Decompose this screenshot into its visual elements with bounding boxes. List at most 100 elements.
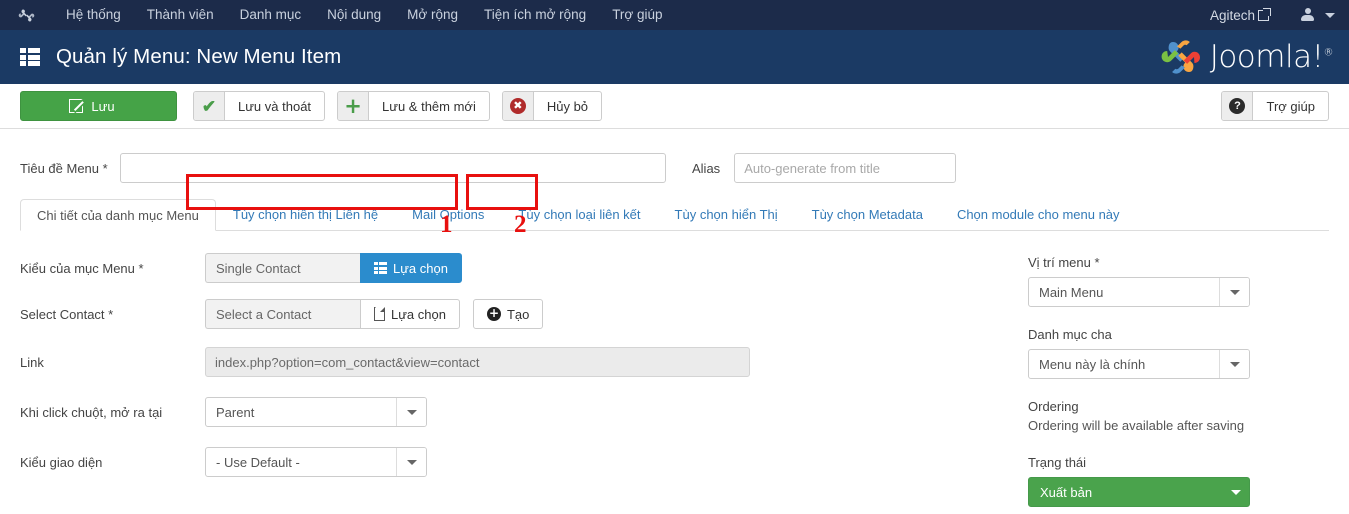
joomla-brand-label: Joomla! <box>1209 39 1324 75</box>
save-button-label: Lưu <box>91 98 115 114</box>
site-name-link[interactable]: Agitech <box>1209 7 1275 23</box>
target-window-select[interactable]: Parent <box>205 397 427 427</box>
select-contact-select-button[interactable]: Lựa chọn <box>360 299 460 329</box>
page-title: Quản lý Menu: New Menu Item <box>56 45 342 68</box>
select-contact-select-label: Lựa chọn <box>391 306 446 322</box>
template-style-value: - Use Default - <box>216 454 300 470</box>
menu-item-type-row: Kiểu của mục Menu * Single Contact Lựa c… <box>20 253 1020 283</box>
menu-location-label: Vị trí menu * <box>1028 255 1100 270</box>
joomla-brand: Joomla!® <box>1159 30 1333 84</box>
nav-item-content[interactable]: Nội dung <box>314 0 394 30</box>
link-row: Link <box>20 347 1020 377</box>
menu-item-type-label: Kiểu của mục Menu * <box>20 260 144 276</box>
sidebar-pane: Vị trí menu * Main Menu Danh mục cha Men… <box>1020 253 1320 514</box>
check-icon: ✔ <box>194 92 225 120</box>
site-name-text: Agitech <box>1209 7 1255 23</box>
toolbar-right: ? Trợ giúp <box>1221 91 1329 121</box>
chevron-down-icon[interactable] <box>1325 12 1335 18</box>
select-contact-label: Select Contact * <box>20 306 114 322</box>
alias-input[interactable] <box>734 153 957 183</box>
save-and-new-label: Lưu & thêm mới <box>382 98 476 114</box>
menu-item-type-group: Single Contact Lựa chọn <box>205 253 462 283</box>
menu-item-type-select-button[interactable]: Lựa chọn <box>360 253 462 283</box>
help-button[interactable]: ? Trợ giúp <box>1221 91 1329 121</box>
plus-circle-icon: + <box>486 306 501 321</box>
menu-title-label: Tiêu đề Menu * <box>20 160 108 176</box>
target-window-label: Khi click chuột, mở ra tại <box>20 404 163 420</box>
template-style-label: Kiểu giao diện <box>20 454 103 470</box>
nav-item-help[interactable]: Trợ giúp <box>599 0 675 30</box>
content-area: Tiêu đề Menu * Alias Chi tiết của danh m… <box>0 129 1349 514</box>
menu-location-select[interactable]: Main Menu <box>1028 277 1250 307</box>
select-contact-value: Select a Contact <box>205 299 360 329</box>
user-avatar-icon[interactable] <box>1301 8 1314 22</box>
menu-item-type-value: Single Contact <box>205 253 360 283</box>
nav-item-extensions[interactable]: Tiện ích mở rộng <box>471 0 599 30</box>
target-window-chevron-down-icon <box>396 398 426 426</box>
create-contact-button[interactable]: + Tạo <box>472 299 544 329</box>
form-panes: Kiểu của mục Menu * Single Contact Lựa c… <box>20 231 1329 514</box>
help-label: Trợ giúp <box>1266 98 1315 114</box>
plus-icon: + <box>338 92 370 120</box>
grid-select-icon <box>374 262 387 274</box>
tab-bar: Chi tiết của danh mục Menu Tùy chọn hiển… <box>20 199 1329 231</box>
tab-mail-options[interactable]: Mail Options <box>395 198 501 230</box>
parent-item-chevron-down-icon <box>1219 350 1249 378</box>
title-alias-row: Tiêu đề Menu * Alias <box>20 129 1329 195</box>
parent-item-select[interactable]: Menu này là chính <box>1028 349 1250 379</box>
template-style-row: Kiểu giao diện - Use Default - <box>20 447 1020 477</box>
link-label: Link <box>20 354 44 370</box>
select-contact-row: Select Contact * Select a Contact Lựa ch… <box>20 299 1020 329</box>
save-pencil-icon <box>69 99 84 113</box>
save-and-close-label: Lưu và thoát <box>238 98 312 114</box>
joomla-logo-icon[interactable] <box>18 7 35 24</box>
top-nav-items: Hệ thống Thành viên Danh mục Nội dung Mở… <box>53 0 676 30</box>
parent-item-label: Danh mục cha <box>1028 327 1112 342</box>
link-input[interactable] <box>205 347 750 377</box>
page-header-bar: Quản lý Menu: New Menu Item Joomla!® <box>0 30 1349 84</box>
cancel-label: Hủy bỏ <box>546 98 589 114</box>
question-circle-icon: ? <box>1222 92 1254 120</box>
alias-label: Alias <box>692 160 721 176</box>
nav-item-system[interactable]: Hệ thống <box>53 0 134 30</box>
status-value: Xuất bản <box>1040 484 1093 500</box>
top-right-area: Agitech <box>1209 7 1335 23</box>
external-link-icon <box>1258 7 1271 21</box>
cancel-circle-icon: ✖ <box>502 92 534 120</box>
status-group: Trạng thái Xuất bản <box>1028 455 1320 507</box>
tab-contact-display-options[interactable]: Tùy chọn hiển thị Liên hệ <box>216 198 395 230</box>
save-and-close-button[interactable]: ✔ Lưu và thoát <box>193 91 326 121</box>
menu-location-group: Vị trí menu * Main Menu <box>1028 255 1320 307</box>
template-style-select[interactable]: - Use Default - <box>205 447 427 477</box>
nav-item-menus[interactable]: Danh mục <box>227 0 315 30</box>
select-contact-group: Select a Contact Lựa chọn <box>205 299 460 329</box>
tab-page-display-options[interactable]: Tùy chọn hiển Thị <box>658 198 795 230</box>
registered-mark: ® <box>1323 47 1334 59</box>
tab-link-type-options[interactable]: Tùy chọn loại liên kết <box>501 198 657 230</box>
save-and-new-button[interactable]: + Lưu & thêm mới <box>337 91 490 121</box>
create-contact-label: Tạo <box>506 306 530 322</box>
cancel-button[interactable]: ✖ Hủy bỏ <box>501 91 603 121</box>
nav-item-components[interactable]: Mở rộng <box>394 0 471 30</box>
status-chevron-down-icon <box>1223 489 1249 495</box>
joomla-brand-logo-icon <box>1159 37 1203 77</box>
save-button[interactable]: Lưu <box>20 91 177 121</box>
nav-item-users[interactable]: Thành viên <box>134 0 227 30</box>
tab-module-assignment[interactable]: Chọn module cho menu này <box>940 198 1137 230</box>
menu-grid-icon <box>20 48 40 66</box>
tab-metadata-options[interactable]: Tùy chọn Metadata <box>795 198 940 230</box>
toolbar: Lưu ✔ Lưu và thoát + Lưu & thêm mới ✖ Hủ… <box>0 84 1349 129</box>
top-menu-bar: Hệ thống Thành viên Danh mục Nội dung Mở… <box>0 0 1349 30</box>
status-label: Trạng thái <box>1028 455 1087 470</box>
template-style-chevron-down-icon <box>396 448 426 476</box>
target-window-value: Parent <box>216 404 255 420</box>
menu-location-value: Main Menu <box>1039 284 1104 300</box>
target-window-row: Khi click chuột, mở ra tại Parent <box>20 397 1020 427</box>
ordering-group: Ordering Ordering will be available afte… <box>1028 399 1320 433</box>
menu-item-type-select-label: Lựa chọn <box>393 260 448 276</box>
status-select[interactable]: Xuất bản <box>1028 477 1250 507</box>
document-select-icon <box>374 306 386 321</box>
menu-title-input[interactable] <box>120 153 666 183</box>
parent-item-group: Danh mục cha Menu này là chính <box>1028 327 1320 379</box>
tab-menu-item-details[interactable]: Chi tiết của danh mục Menu <box>20 199 216 231</box>
